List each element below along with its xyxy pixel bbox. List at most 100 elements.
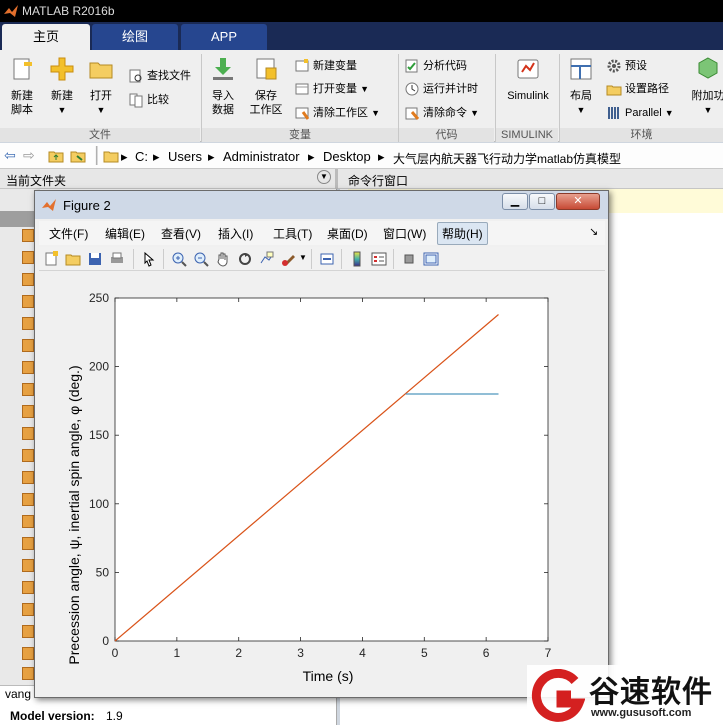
mat-file-icon[interactable] [22,251,34,264]
mat-file-icon[interactable] [22,537,34,550]
new-label: 新建 [51,90,73,102]
brush-dropdown-icon[interactable]: ▼ [299,253,307,262]
tab-apps[interactable]: APP [181,24,267,50]
toolbar-separator [393,249,394,269]
new-button[interactable]: 新建 ▼ [46,56,78,117]
forward-arrow-icon[interactable]: ⇨ [23,147,35,164]
compare-button[interactable]: 比较 [128,90,169,110]
add-ons-button[interactable]: 附加功 ▼ [688,56,723,117]
zoom-in-icon[interactable] [171,251,187,267]
menu-tools[interactable]: 工具(T) [269,225,316,242]
colorbar-icon[interactable] [349,251,365,267]
parallel-label: Parallel [625,107,662,119]
mat-file-icon[interactable] [22,647,34,660]
legend-icon[interactable] [371,251,387,267]
find-files-button[interactable]: 查找文件 [128,66,191,86]
analyze-code-button[interactable]: 分析代码 [404,56,467,76]
hide-plot-tools-icon[interactable] [401,251,417,267]
mat-file-icon[interactable] [22,559,34,572]
mat-file-icon[interactable] [22,471,34,484]
line-chart[interactable]: Precession angle, ψ, inertial spin angle… [39,273,605,697]
rotate-3d-icon[interactable] [237,251,253,267]
minimize-button[interactable]: ▁ [502,193,528,210]
mat-file-icon[interactable] [22,427,34,440]
mat-file-icon[interactable] [22,383,34,396]
pane-divider [335,169,338,189]
data-cursor-icon[interactable] [259,251,275,267]
link-plot-icon[interactable] [319,251,335,267]
open-button[interactable]: 打开 ▼ [84,56,118,117]
run-and-time-button[interactable]: 运行并计时 [404,79,478,99]
menu-edit[interactable]: 编辑(E) [101,225,149,242]
mat-file-icon[interactable] [22,273,34,286]
set-path-button[interactable]: 设置路径 [606,79,669,99]
parallel-button[interactable]: Parallel ▼ [606,103,674,123]
menu-window[interactable]: 窗口(W) [379,225,430,242]
save-icon[interactable] [87,251,103,267]
pane-menu-icon[interactable]: ▼ [317,170,331,184]
mat-file-icon[interactable] [22,603,34,616]
clear-workspace-button[interactable]: 清除工作区 ▼ [294,103,380,123]
x-axis-label: Time (s) [303,668,354,684]
save-workspace-button[interactable]: 保存 工作区 [246,56,286,117]
show-plot-tools-icon[interactable] [423,251,439,267]
mat-file-icon[interactable] [22,493,34,506]
save-workspace-label: 保存 工作区 [249,90,283,116]
clear-commands-button[interactable]: 清除命令 ▼ [404,103,479,123]
new-variable-button[interactable]: 新建变量 [294,56,357,76]
pointer-icon[interactable] [141,251,157,267]
path-crumb-administrator[interactable]: Administrator [223,149,300,164]
pan-hand-icon[interactable] [215,251,231,267]
dock-arrow-icon[interactable]: ↘ [589,225,598,238]
up-folder-icon[interactable] [48,148,64,164]
maximize-button[interactable]: □ [529,193,555,210]
menu-desktop[interactable]: 桌面(D) [323,225,372,242]
new-script-button[interactable]: 新建 脚本 [4,56,40,117]
menu-view[interactable]: 查看(V) [157,225,205,242]
mat-file-icon[interactable] [22,295,34,308]
path-crumb-users[interactable]: Users [168,149,202,164]
zoom-out-icon[interactable] [193,251,209,267]
tab-plots[interactable]: 绘图 [92,24,178,50]
matlab-logo-icon [4,5,18,17]
x-tick-label: 0 [112,646,119,660]
mat-file-icon[interactable] [22,581,34,594]
path-crumb-desktop[interactable]: Desktop [323,149,371,164]
brush-icon[interactable] [281,251,297,267]
figure-menubar: 文件(F) 编辑(E) 查看(V) 插入(I) 工具(T) 桌面(D) 窗口(W… [39,221,605,245]
mat-file-icon[interactable] [22,229,34,242]
browse-folder-icon[interactable] [70,148,86,164]
path-crumb-drive[interactable]: C: [135,149,148,164]
import-data-button[interactable]: 导入 数据 [206,56,240,117]
new-figure-icon[interactable] [43,251,59,267]
mat-file-icon[interactable] [22,317,34,330]
mat-file-icon[interactable] [22,449,34,462]
back-arrow-icon[interactable]: ⇦ [4,147,16,164]
add-ons-icon [698,57,718,79]
environment-group-label: 环境 [560,128,723,142]
clear-workspace-icon [295,107,310,120]
tab-home[interactable]: 主页 [2,24,90,50]
mat-file-icon[interactable] [22,361,34,374]
x-tick-label: 3 [297,646,304,660]
ribbon: 新建 脚本 新建 ▼ 打开 ▼ 查找文件 比较 文件 导入 数据 保存 工作区 … [0,50,723,142]
path-crumb-project[interactable]: 大气层内航天器飞行动力学matlab仿真模型 [393,150,621,167]
open-file-icon[interactable] [65,251,81,267]
preferences-button[interactable]: 预设 [606,56,647,76]
mat-file-icon[interactable] [22,339,34,352]
mat-file-icon[interactable] [22,405,34,418]
menu-insert[interactable]: 插入(I) [214,225,257,242]
layout-button[interactable]: 布局 ▼ [564,56,598,117]
print-icon[interactable] [109,251,125,267]
menu-file[interactable]: 文件(F) [45,225,92,242]
mat-file-icon[interactable] [22,667,34,680]
mat-file-icon[interactable] [22,515,34,528]
mat-file-icon[interactable] [22,625,34,638]
compare-icon [129,93,143,108]
simulink-button[interactable]: Simulink [500,56,556,103]
toolbar-separator [311,249,312,269]
close-button[interactable]: ✕ [556,193,600,210]
open-variable-button[interactable]: 打开变量 ▼ [294,79,369,99]
analyze-code-label: 分析代码 [423,60,467,72]
menu-help[interactable]: 帮助(H) [437,222,488,245]
